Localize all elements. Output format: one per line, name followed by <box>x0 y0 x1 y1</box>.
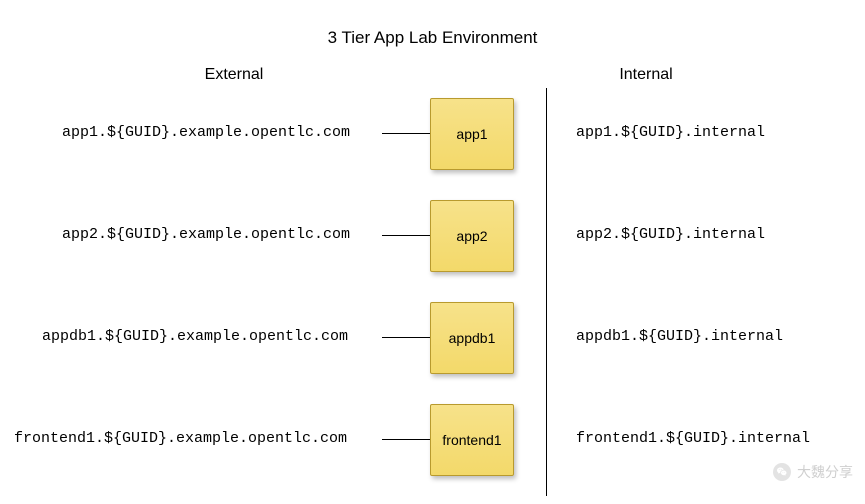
node-row-app2: app2.${GUID}.example.opentlc.com app2 ap… <box>0 200 865 272</box>
external-hostname: appdb1.${GUID}.example.opentlc.com <box>42 328 348 345</box>
node-box-appdb1: appdb1 <box>430 302 514 374</box>
watermark-text: 大魏分享 <box>797 462 853 482</box>
node-label: frontend1 <box>442 432 501 448</box>
external-hostname: app2.${GUID}.example.opentlc.com <box>62 226 350 243</box>
column-header-external: External <box>164 66 304 84</box>
external-hostname: frontend1.${GUID}.example.opentlc.com <box>14 430 347 447</box>
column-header-internal: Internal <box>576 66 716 84</box>
node-row-appdb1: appdb1.${GUID}.example.opentlc.com appdb… <box>0 302 865 374</box>
external-hostname: app1.${GUID}.example.opentlc.com <box>62 124 350 141</box>
diagram-title: 3 Tier App Lab Environment <box>0 28 865 48</box>
connector-line <box>382 133 430 134</box>
node-row-frontend1: frontend1.${GUID}.example.opentlc.com fr… <box>0 404 865 476</box>
node-row-app1: app1.${GUID}.example.opentlc.com app1 ap… <box>0 98 865 170</box>
internal-hostname: app1.${GUID}.internal <box>576 124 765 141</box>
node-label: appdb1 <box>449 330 496 346</box>
connector-line <box>382 235 430 236</box>
internal-hostname: frontend1.${GUID}.internal <box>576 430 810 447</box>
connector-line <box>382 439 430 440</box>
watermark: 大魏分享 <box>773 462 853 482</box>
node-box-frontend1: frontend1 <box>430 404 514 476</box>
node-box-app2: app2 <box>430 200 514 272</box>
wechat-icon <box>773 463 791 481</box>
node-label: app1 <box>456 126 487 142</box>
node-label: app2 <box>456 228 487 244</box>
connector-line <box>382 337 430 338</box>
internal-hostname: appdb1.${GUID}.internal <box>576 328 783 345</box>
node-box-app1: app1 <box>430 98 514 170</box>
internal-hostname: app2.${GUID}.internal <box>576 226 765 243</box>
